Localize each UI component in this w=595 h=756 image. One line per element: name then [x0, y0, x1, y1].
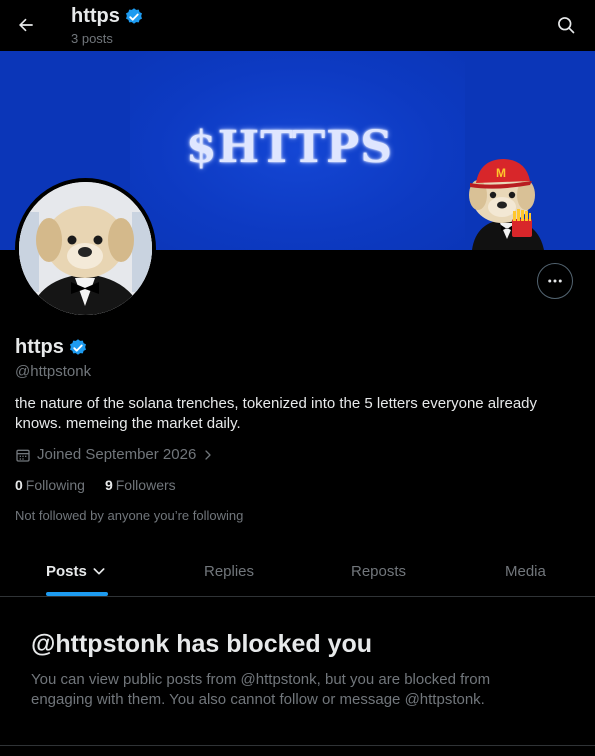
- verified-badge-icon[interactable]: [68, 338, 88, 358]
- posts-count: 3 posts: [71, 31, 113, 46]
- divider: [0, 745, 595, 746]
- profile-name: https: [15, 336, 64, 358]
- joined-date[interactable]: Joined September 2026: [15, 446, 214, 463]
- search-button[interactable]: [551, 10, 581, 40]
- profile-tabs: Posts Replies Reposts Media: [0, 545, 595, 597]
- back-button[interactable]: [11, 10, 41, 40]
- dog-avatar-image: [19, 182, 152, 315]
- tab-reposts[interactable]: Reposts: [351, 545, 406, 597]
- tab-media[interactable]: Media: [505, 545, 546, 597]
- followers-link[interactable]: 9 Followers: [105, 477, 176, 493]
- following-count: 0: [15, 477, 23, 493]
- top-bar: https 3 posts: [0, 0, 595, 51]
- following-link[interactable]: 0 Following: [15, 477, 85, 493]
- profile-name-row: https: [15, 336, 88, 359]
- more-horizontal-icon: [548, 279, 562, 283]
- svg-text:M: M: [496, 166, 506, 180]
- followers-count: 9: [104, 477, 113, 493]
- following-label: Following: [25, 477, 85, 493]
- arrow-left-icon: [19, 18, 33, 32]
- header-title: https: [71, 5, 120, 27]
- blocked-title: @httpstonk has blocked you: [31, 630, 373, 658]
- tab-label: Posts: [46, 562, 87, 580]
- calendar-icon: [16, 449, 30, 462]
- chevron-down-icon: [93, 568, 105, 575]
- search-icon: [558, 17, 575, 34]
- profile-avatar[interactable]: [15, 178, 156, 319]
- tab-label: Replies: [204, 562, 255, 580]
- header-title-row: https: [71, 5, 144, 28]
- dog-mascot-image: M: [469, 159, 544, 250]
- tab-label: Reposts: [351, 562, 407, 580]
- profile-bio: the nature of the solana trenches, token…: [15, 395, 537, 432]
- active-tab-indicator: [46, 592, 108, 596]
- banner-text: $HTTPS: [186, 122, 393, 173]
- tab-posts[interactable]: Posts: [46, 545, 107, 597]
- blocked-message: You can view public posts from @httpston…: [31, 671, 491, 708]
- followers-label: Followers: [115, 477, 176, 493]
- more-options-button[interactable]: [537, 263, 573, 299]
- chevron-right-icon: [205, 449, 211, 460]
- tab-label: Media: [505, 562, 546, 580]
- follow-stats: 0 Following 9 Followers: [15, 477, 176, 493]
- not-followed-note: Not followed by anyone you’re following: [15, 508, 244, 523]
- tab-replies[interactable]: Replies: [204, 545, 254, 597]
- joined-text: Joined September 2026: [37, 446, 197, 463]
- profile-handle: @httpstonk: [15, 363, 92, 380]
- verified-badge-icon: [125, 7, 142, 24]
